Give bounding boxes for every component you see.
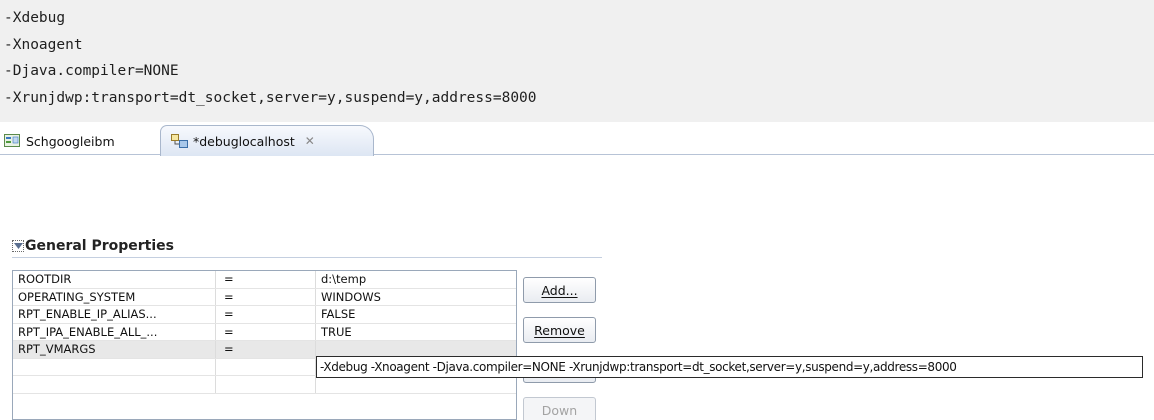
- location-icon: [171, 134, 188, 148]
- property-value: d:\temp: [315, 271, 516, 288]
- property-operator: [215, 376, 315, 393]
- table-row[interactable]: [13, 376, 516, 394]
- tab-label: *debuglocalhost: [193, 133, 295, 149]
- property-name: [13, 376, 215, 393]
- tab-label: Schgoogleibm: [26, 133, 115, 149]
- remove-button[interactable]: Remove: [523, 317, 596, 343]
- property-name: ROOTDIR: [18, 272, 72, 286]
- property-value: TRUE: [315, 323, 516, 340]
- properties-table[interactable]: ROOTDIR = d:\temp OPERATING_SYSTEM = WIN…: [12, 270, 517, 420]
- property-value: FALSE: [315, 306, 516, 323]
- property-name: RPT_IPA_ENABLE_ALL_...: [18, 324, 158, 339]
- code-line: -Djava.compiler=NONE: [4, 63, 179, 79]
- tab-debuglocalhost[interactable]: *debuglocalhost ✕: [160, 125, 374, 156]
- property-name: RPT_VMARGS: [18, 342, 96, 356]
- section-header[interactable]: General Properties: [12, 236, 174, 256]
- code-line: -Xdebug: [4, 10, 66, 26]
- property-value: WINDOWS: [315, 288, 516, 305]
- property-value: [315, 376, 516, 393]
- property-name: RPT_ENABLE_IP_ALIAS...: [18, 307, 157, 321]
- expand-triangle-icon[interactable]: [12, 240, 24, 252]
- editor-tab-bar: Schgoogleibm *debuglocalhost ✕: [0, 122, 1154, 156]
- add-button[interactable]: Add...: [523, 277, 596, 303]
- code-line: -Xrunjdwp:transport=dt_socket,server=y,s…: [4, 89, 537, 106]
- table-row[interactable]: RPT_ENABLE_IP_ALIAS... = FALSE: [13, 306, 516, 324]
- section-title: General Properties: [25, 238, 174, 254]
- section-divider: [12, 257, 602, 258]
- property-operator: =: [215, 323, 315, 340]
- table-row[interactable]: RPT_IPA_ENABLE_ALL_... = TRUE: [13, 323, 516, 341]
- down-button[interactable]: Down: [523, 397, 596, 420]
- tab-schgoogleibm[interactable]: Schgoogleibm: [0, 127, 150, 155]
- property-operator: =: [215, 271, 315, 288]
- property-operator: =: [215, 341, 315, 358]
- test-schedule-icon: [4, 134, 21, 148]
- code-line: -Xnoagent: [4, 36, 83, 53]
- property-operator: [215, 358, 315, 375]
- close-icon[interactable]: ✕: [305, 134, 315, 148]
- table-row[interactable]: ROOTDIR = d:\temp: [13, 271, 516, 289]
- table-row[interactable]: OPERATING_SYSTEM = WINDOWS: [13, 288, 516, 306]
- code-snippet: -Xdebug -Xnoagent -Djava.compiler=NONE -…: [0, 0, 1154, 122]
- property-name: [13, 359, 215, 376]
- value-tooltip: -Xdebug -Xnoagent -Djava.compiler=NONE -…: [316, 356, 1143, 378]
- property-operator: =: [215, 306, 315, 323]
- property-operator: =: [215, 288, 315, 305]
- property-name: OPERATING_SYSTEM: [18, 289, 136, 304]
